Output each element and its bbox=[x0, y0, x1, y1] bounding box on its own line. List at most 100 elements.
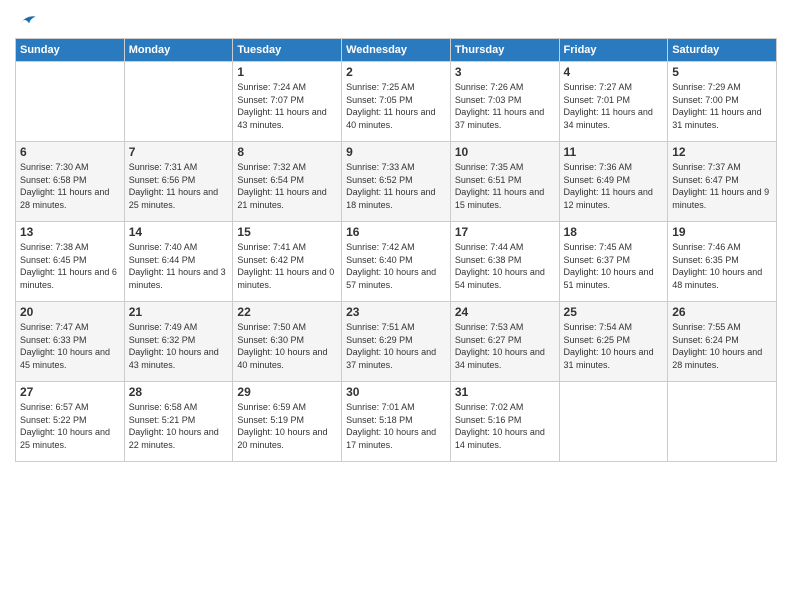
day-info: Sunrise: 7:38 AM Sunset: 6:45 PM Dayligh… bbox=[20, 241, 120, 291]
day-number: 28 bbox=[129, 385, 229, 399]
day-number: 2 bbox=[346, 65, 446, 79]
day-number: 12 bbox=[672, 145, 772, 159]
calendar-cell: 1Sunrise: 7:24 AM Sunset: 7:07 PM Daylig… bbox=[233, 62, 342, 142]
calendar-cell: 6Sunrise: 7:30 AM Sunset: 6:58 PM Daylig… bbox=[16, 142, 125, 222]
logo bbox=[15, 10, 37, 30]
day-number: 10 bbox=[455, 145, 555, 159]
day-number: 14 bbox=[129, 225, 229, 239]
day-number: 29 bbox=[237, 385, 337, 399]
day-number: 24 bbox=[455, 305, 555, 319]
calendar-cell: 2Sunrise: 7:25 AM Sunset: 7:05 PM Daylig… bbox=[342, 62, 451, 142]
day-info: Sunrise: 6:58 AM Sunset: 5:21 PM Dayligh… bbox=[129, 401, 229, 451]
calendar-cell: 3Sunrise: 7:26 AM Sunset: 7:03 PM Daylig… bbox=[450, 62, 559, 142]
week-row-5: 27 Sunrise: 6:57 AM Sunset: 5:22 PM Dayli… bbox=[16, 382, 777, 462]
day-number: 17 bbox=[455, 225, 555, 239]
day-number: 6 bbox=[20, 145, 120, 159]
day-number: 27 bbox=[20, 385, 120, 399]
day-number: 11 bbox=[564, 145, 664, 159]
day-info: Sunrise: 7:46 AM Sunset: 6:35 PM Dayligh… bbox=[672, 241, 772, 291]
day-info: Sunrise: 7:35 AM Sunset: 6:51 PM Dayligh… bbox=[455, 161, 555, 211]
day-info: Sunrise: 7:47 AM Sunset: 6:33 PM Dayligh… bbox=[20, 321, 120, 371]
calendar-table: SundayMondayTuesdayWednesdayThursdayFrid… bbox=[15, 38, 777, 462]
calendar-cell: 12 Sunrise: 7:37 AM Sunset: 6:47 PM Dayli… bbox=[668, 142, 777, 222]
calendar-cell: 23 Sunrise: 7:51 AM Sunset: 6:29 PM Dayli… bbox=[342, 302, 451, 382]
day-number: 20 bbox=[20, 305, 120, 319]
day-info: Sunrise: 6:59 AM Sunset: 5:19 PM Dayligh… bbox=[237, 401, 337, 451]
calendar-cell: 15Sunrise: 7:41 AM Sunset: 6:42 PM Dayli… bbox=[233, 222, 342, 302]
calendar-cell: 31 Sunrise: 7:02 AM Sunset: 5:16 PM Dayli… bbox=[450, 382, 559, 462]
calendar-cell: 22 Sunrise: 7:50 AM Sunset: 6:30 PM Dayli… bbox=[233, 302, 342, 382]
day-info: Sunrise: 7:26 AM Sunset: 7:03 PM Dayligh… bbox=[455, 81, 555, 131]
day-info: Sunrise: 7:32 AM Sunset: 6:54 PM Dayligh… bbox=[237, 161, 337, 211]
calendar-cell: 20 Sunrise: 7:47 AM Sunset: 6:33 PM Dayli… bbox=[16, 302, 125, 382]
calendar-cell: 11 Sunrise: 7:36 AM Sunset: 6:49 PM Dayli… bbox=[559, 142, 668, 222]
calendar-cell: 27 Sunrise: 6:57 AM Sunset: 5:22 PM Dayli… bbox=[16, 382, 125, 462]
weekday-header-thursday: Thursday bbox=[450, 39, 559, 62]
calendar-cell: 16 Sunrise: 7:42 AM Sunset: 6:40 PM Dayli… bbox=[342, 222, 451, 302]
calendar-cell: 13 Sunrise: 7:38 AM Sunset: 6:45 PM Dayli… bbox=[16, 222, 125, 302]
day-number: 8 bbox=[237, 145, 337, 159]
calendar-cell: 4 Sunrise: 7:27 AM Sunset: 7:01 PM Daylig… bbox=[559, 62, 668, 142]
day-info: Sunrise: 7:42 AM Sunset: 6:40 PM Dayligh… bbox=[346, 241, 446, 291]
day-number: 31 bbox=[455, 385, 555, 399]
calendar-cell: 25 Sunrise: 7:54 AM Sunset: 6:25 PM Dayli… bbox=[559, 302, 668, 382]
calendar-cell: 30Sunrise: 7:01 AM Sunset: 5:18 PM Dayli… bbox=[342, 382, 451, 462]
calendar-cell bbox=[668, 382, 777, 462]
calendar-cell: 19 Sunrise: 7:46 AM Sunset: 6:35 PM Dayli… bbox=[668, 222, 777, 302]
logo-bird-icon bbox=[17, 10, 37, 30]
calendar-cell: 5 Sunrise: 7:29 AM Sunset: 7:00 PM Daylig… bbox=[668, 62, 777, 142]
calendar-cell bbox=[16, 62, 125, 142]
weekday-header-monday: Monday bbox=[124, 39, 233, 62]
day-number: 25 bbox=[564, 305, 664, 319]
day-number: 4 bbox=[564, 65, 664, 79]
calendar-cell: 26Sunrise: 7:55 AM Sunset: 6:24 PM Dayli… bbox=[668, 302, 777, 382]
calendar-cell: 21 Sunrise: 7:49 AM Sunset: 6:32 PM Dayli… bbox=[124, 302, 233, 382]
calendar-cell: 7 Sunrise: 7:31 AM Sunset: 6:56 PM Daylig… bbox=[124, 142, 233, 222]
calendar-cell: 9 Sunrise: 7:33 AM Sunset: 6:52 PM Daylig… bbox=[342, 142, 451, 222]
day-info: Sunrise: 7:55 AM Sunset: 6:24 PM Dayligh… bbox=[672, 321, 772, 371]
day-info: Sunrise: 7:27 AM Sunset: 7:01 PM Dayligh… bbox=[564, 81, 664, 131]
day-number: 13 bbox=[20, 225, 120, 239]
day-info: Sunrise: 7:49 AM Sunset: 6:32 PM Dayligh… bbox=[129, 321, 229, 371]
day-info: Sunrise: 7:45 AM Sunset: 6:37 PM Dayligh… bbox=[564, 241, 664, 291]
day-info: Sunrise: 6:57 AM Sunset: 5:22 PM Dayligh… bbox=[20, 401, 120, 451]
day-info: Sunrise: 7:24 AM Sunset: 7:07 PM Dayligh… bbox=[237, 81, 337, 131]
day-number: 7 bbox=[129, 145, 229, 159]
day-number: 15 bbox=[237, 225, 337, 239]
week-row-3: 13 Sunrise: 7:38 AM Sunset: 6:45 PM Dayli… bbox=[16, 222, 777, 302]
calendar-cell bbox=[124, 62, 233, 142]
day-info: Sunrise: 7:53 AM Sunset: 6:27 PM Dayligh… bbox=[455, 321, 555, 371]
day-number: 23 bbox=[346, 305, 446, 319]
day-number: 5 bbox=[672, 65, 772, 79]
day-info: Sunrise: 7:02 AM Sunset: 5:16 PM Dayligh… bbox=[455, 401, 555, 451]
day-info: Sunrise: 7:50 AM Sunset: 6:30 PM Dayligh… bbox=[237, 321, 337, 371]
day-info: Sunrise: 7:44 AM Sunset: 6:38 PM Dayligh… bbox=[455, 241, 555, 291]
day-info: Sunrise: 7:51 AM Sunset: 6:29 PM Dayligh… bbox=[346, 321, 446, 371]
week-row-4: 20 Sunrise: 7:47 AM Sunset: 6:33 PM Dayli… bbox=[16, 302, 777, 382]
day-info: Sunrise: 7:37 AM Sunset: 6:47 PM Dayligh… bbox=[672, 161, 772, 211]
day-number: 16 bbox=[346, 225, 446, 239]
day-number: 22 bbox=[237, 305, 337, 319]
day-info: Sunrise: 7:54 AM Sunset: 6:25 PM Dayligh… bbox=[564, 321, 664, 371]
weekday-header-sunday: Sunday bbox=[16, 39, 125, 62]
weekday-header-row: SundayMondayTuesdayWednesdayThursdayFrid… bbox=[16, 39, 777, 62]
day-number: 9 bbox=[346, 145, 446, 159]
calendar-cell: 14 Sunrise: 7:40 AM Sunset: 6:44 PM Dayli… bbox=[124, 222, 233, 302]
day-info: Sunrise: 7:33 AM Sunset: 6:52 PM Dayligh… bbox=[346, 161, 446, 211]
calendar-cell: 18Sunrise: 7:45 AM Sunset: 6:37 PM Dayli… bbox=[559, 222, 668, 302]
day-info: Sunrise: 7:29 AM Sunset: 7:00 PM Dayligh… bbox=[672, 81, 772, 131]
calendar-cell: 28 Sunrise: 6:58 AM Sunset: 5:21 PM Dayli… bbox=[124, 382, 233, 462]
day-info: Sunrise: 7:40 AM Sunset: 6:44 PM Dayligh… bbox=[129, 241, 229, 291]
day-info: Sunrise: 7:36 AM Sunset: 6:49 PM Dayligh… bbox=[564, 161, 664, 211]
weekday-header-tuesday: Tuesday bbox=[233, 39, 342, 62]
calendar-cell: 24 Sunrise: 7:53 AM Sunset: 6:27 PM Dayli… bbox=[450, 302, 559, 382]
weekday-header-saturday: Saturday bbox=[668, 39, 777, 62]
day-number: 19 bbox=[672, 225, 772, 239]
calendar-cell: 29 Sunrise: 6:59 AM Sunset: 5:19 PM Dayli… bbox=[233, 382, 342, 462]
day-number: 30 bbox=[346, 385, 446, 399]
day-number: 21 bbox=[129, 305, 229, 319]
weekday-header-friday: Friday bbox=[559, 39, 668, 62]
calendar-cell: 17 Sunrise: 7:44 AM Sunset: 6:38 PM Dayli… bbox=[450, 222, 559, 302]
weekday-header-wednesday: Wednesday bbox=[342, 39, 451, 62]
day-info: Sunrise: 7:31 AM Sunset: 6:56 PM Dayligh… bbox=[129, 161, 229, 211]
